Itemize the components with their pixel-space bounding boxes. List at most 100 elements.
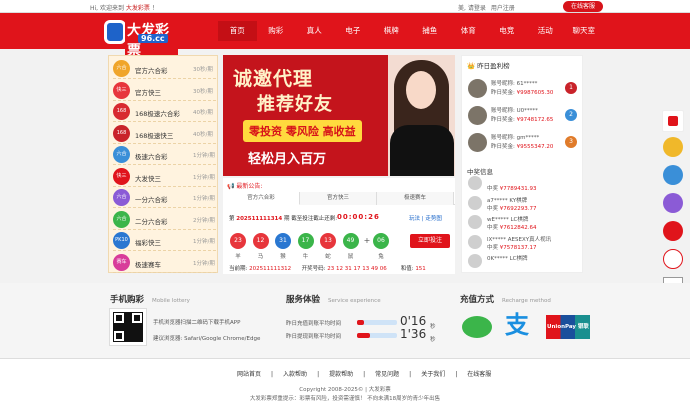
winner-avatar	[468, 133, 487, 152]
lottery-tabs: 官方六合彩 官方快三 极速赛车	[223, 192, 455, 205]
lottery-item[interactable]: 168 168极速六合彩 40秒/期	[113, 101, 216, 122]
result-ball: 23	[230, 233, 246, 249]
service-exp-title: 服务体验 Service experience	[286, 295, 381, 305]
mobile-lottery-title: 手机购彩 Mobile lottery	[110, 295, 190, 305]
footer-link[interactable]: 常见问题	[375, 371, 399, 378]
lottery-period: 1分钟/期	[193, 239, 215, 245]
lottery-badge-icon: 快三	[113, 81, 130, 99]
trend-chart-link[interactable]: 走势图	[425, 216, 442, 222]
users-icon[interactable]	[663, 165, 683, 185]
lottery-item[interactable]: 168 168极速快三 40秒/期	[113, 123, 216, 144]
lottery-badge-icon: 六合	[113, 60, 130, 77]
rules-link[interactable]: 玩法	[409, 216, 420, 222]
countdown: 00:00:26	[337, 213, 380, 221]
refresh-icon[interactable]	[663, 221, 683, 241]
login-link[interactable]: 美, 请登录	[458, 5, 486, 12]
footer-link[interactable]: 提款帮助	[329, 371, 353, 378]
lottery-period: 1分钟/期	[193, 153, 215, 159]
winners-panel: 👑 昨日盈利榜 账号昵称: 61***** 昨日奖金: ¥9987605.30 1 账…	[461, 55, 583, 273]
rank-badge: 2	[565, 109, 577, 121]
lottery-name: 一分六合彩	[135, 196, 168, 204]
gift-box-icon[interactable]	[663, 249, 683, 269]
recharge-title: 充值方式 Recharge method	[460, 295, 551, 305]
result-ball: 49	[342, 233, 359, 249]
news-row: 中奖 ¥7789431.93	[465, 174, 582, 194]
footer-link[interactable]: 在线客服	[467, 371, 491, 378]
lottery-item[interactable]: 赛车 极速赛车 1分钟/期	[113, 252, 216, 273]
online-service-button[interactable]: 在线客服	[563, 1, 603, 12]
news-amount: 中奖 ¥7789431.93	[487, 184, 537, 192]
service-icon[interactable]	[663, 193, 683, 213]
gift-icon[interactable]	[662, 110, 684, 132]
tab-speed-racing[interactable]: 极速赛车	[377, 192, 454, 205]
footer-link[interactable]: 关于我们	[421, 371, 445, 378]
withdraw-time-label: 昨日提现到账平均时间	[286, 334, 342, 340]
lottery-item[interactable]: 快三 官方快三 30秒/期	[113, 80, 216, 101]
nav-item-8[interactable]: 活动	[526, 21, 565, 41]
nav-item-2[interactable]: 真人	[295, 21, 334, 41]
nav-item-5[interactable]: 捕鱼	[411, 21, 450, 41]
nav-item-4[interactable]: 棋牌	[372, 21, 411, 41]
lottery-name: 大发快三	[135, 174, 161, 183]
bet-now-button[interactable]: 立即投注	[410, 234, 450, 248]
lottery-name: 二分六合彩	[135, 217, 168, 226]
lottery-period: 30秒/期	[193, 88, 213, 95]
nav-item-6[interactable]: 体育	[449, 21, 488, 41]
lottery-period: 1分钟/期	[193, 196, 215, 202]
top-bar: Hi, 欢迎来到 大发彩票 ！ 美, 请登录 用户注册 在线客服	[0, 0, 690, 13]
news-name: 0K***** LC棋牌	[487, 256, 528, 262]
news-name: lX***** AESEXY真人视讯	[487, 236, 552, 243]
footer-link[interactable]: 入款帮助	[283, 371, 307, 378]
winner-amount-value: ¥9748172.65	[516, 117, 554, 123]
nav-item-1[interactable]: 购彩	[257, 21, 296, 41]
plus-sign: +	[363, 236, 371, 245]
nav-item-9[interactable]: 聊天室	[565, 21, 604, 41]
responsible-notice: 大发彩票郑重提示：彩票有风险，投资需谨慎！ 不向未满18周岁的青少年出售	[249, 396, 441, 402]
nav-item-7[interactable]: 电竞	[488, 21, 527, 41]
lottery-item[interactable]: PK10 福彩快三 1分钟/期	[113, 230, 216, 251]
nav-item-0[interactable]: 首页	[218, 21, 257, 41]
winner-row: 账号昵称: U0***** 昨日奖金: ¥9748172.65 2	[465, 103, 582, 128]
tab-official-mark6[interactable]: 官方六合彩	[223, 192, 300, 205]
winner-name: 账号昵称: U0*****	[491, 108, 538, 114]
alipay-icon: 支	[505, 311, 529, 339]
register-link[interactable]: 用户注册	[491, 5, 515, 12]
lottery-item[interactable]: 快三 大发快三 1分钟/期	[113, 166, 216, 187]
lottery-name: 官方六合彩	[135, 67, 168, 75]
footer-link[interactable]: 网站首页	[237, 371, 261, 378]
result-zodiac: 兔	[378, 254, 384, 260]
last-result: 当前期: 202511111312 开奖号码: 23 12 31 17 13 4…	[229, 266, 426, 272]
result-ball: 12	[252, 233, 269, 249]
banner-line4: 轻松月入百万	[248, 152, 327, 167]
winner-amount-label: 昨日奖金:	[491, 144, 515, 150]
news-avatar	[468, 195, 482, 210]
news-amount-label: 中奖	[487, 225, 499, 231]
news-amount: 中奖 ¥7578137.17	[487, 243, 537, 251]
nav-item-3[interactable]: 电子	[334, 21, 373, 41]
news-name: wE***** LC棋牌	[487, 217, 529, 223]
copyright: Copyright 2008-2025© | 大发彩票	[299, 387, 391, 393]
lottery-item[interactable]: 六合 一分六合彩 1分钟/期	[113, 187, 216, 208]
announcement-label[interactable]: 📢 最新公告:	[227, 181, 262, 190]
deposit-time-bar	[357, 320, 397, 325]
winner-amount-value: ¥9555347.20	[516, 144, 554, 150]
news-amount-label: 中奖	[487, 205, 499, 212]
lottery-item[interactable]: 六合 二分六合彩 2分钟/期	[113, 209, 216, 230]
withdraw-time-bar	[357, 333, 397, 338]
lottery-badge-icon: 赛车	[113, 253, 130, 271]
result-zodiac: 猴	[280, 254, 286, 260]
lottery-item[interactable]: 六合 官方六合彩 30秒/期	[113, 58, 216, 79]
promo-banner[interactable]: 诚邀代理 推荐好友 零投资 零风险 高收益 轻松月入百万	[223, 55, 455, 176]
logo-domain: 96.cc	[138, 34, 168, 43]
withdraw-unit: 秒	[430, 337, 436, 343]
tab-official-k3[interactable]: 官方快三	[300, 192, 377, 205]
site-link[interactable]: 大发彩票	[126, 5, 150, 12]
app-download-qr-code[interactable]	[109, 308, 147, 346]
result-ball: 17	[297, 233, 314, 249]
news-avatar	[468, 176, 482, 190]
unionpay-icon: UnionPay 银联	[546, 315, 590, 339]
logo[interactable]: 大发彩票 96.cc	[104, 20, 178, 60]
checkin-icon[interactable]	[663, 137, 683, 157]
lottery-item[interactable]: 六合 极速六合彩 1分钟/期	[113, 144, 216, 165]
lottery-period: 40秒/期	[193, 110, 213, 116]
